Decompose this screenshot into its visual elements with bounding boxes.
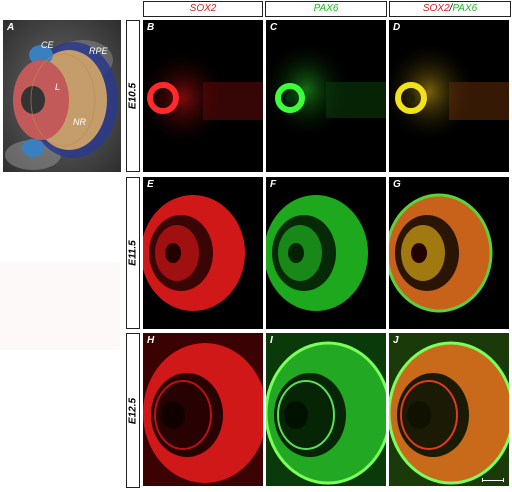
micrograph-g <box>389 193 493 313</box>
micrograph-c <box>266 40 386 140</box>
stage-e12-5: E12.5 <box>126 333 140 488</box>
stage-e10-5-text: E10.5 <box>127 82 139 110</box>
header-pax6-text: PAX6 <box>313 3 339 14</box>
header-sox2-text: SOX2 <box>189 3 217 14</box>
panel-label-f: F <box>270 179 277 190</box>
scale-bar <box>482 478 504 482</box>
panel-g-merge-e11-5: G <box>389 177 509 329</box>
micrograph-e <box>143 195 245 311</box>
label-l: L <box>55 82 61 92</box>
stage-e12-5-text: E12.5 <box>127 397 139 424</box>
label-ce: CE <box>41 40 54 50</box>
panel-d-merge-e10-5: D <box>389 20 509 172</box>
micrograph-j <box>389 333 509 486</box>
header-merge: SOX2/PAX6 <box>389 1 511 17</box>
panel-label-g: G <box>393 179 401 190</box>
panel-f-pax6-e11-5: F <box>266 177 386 329</box>
micrograph-h <box>143 333 263 486</box>
header-sox2: SOX2 <box>143 1 263 17</box>
blank-region <box>0 262 120 350</box>
panel-h-sox2-e12-5: H <box>143 333 263 486</box>
panel-label-j: J <box>393 335 399 346</box>
panel-i-pax6-e12-5: I <box>266 333 386 486</box>
micrograph-i <box>266 333 386 486</box>
label-nr: NR <box>73 117 86 127</box>
panel-label-h: H <box>147 335 155 346</box>
stage-e11-5: E11.5 <box>126 177 140 329</box>
micrograph-b <box>143 46 263 150</box>
panel-a-sem-image: A CE RPE L NR <box>3 20 121 172</box>
panel-e-sox2-e11-5: E <box>143 177 263 329</box>
panel-j-merge-e12-5: J <box>389 333 509 486</box>
stage-e10-5: E10.5 <box>126 20 140 172</box>
panel-label-c: C <box>270 22 278 33</box>
panel-label-i: I <box>270 335 273 346</box>
micrograph-f <box>266 195 368 311</box>
header-merge-pax6: PAX6 <box>452 3 478 14</box>
header-merge-sox2: SOX2 <box>422 3 450 14</box>
panel-label-e: E <box>147 179 154 190</box>
panel-label-a: A <box>7 22 15 33</box>
panel-b-sox2-e10-5: B <box>143 20 263 172</box>
panel-c-pax6-e10-5: C <box>266 20 386 172</box>
stage-e11-5-text: E11.5 <box>127 240 139 266</box>
label-rpe: RPE <box>89 46 108 56</box>
panel-label-b: B <box>147 22 155 33</box>
header-pax6: PAX6 <box>265 1 387 17</box>
sem-eye-drawing <box>3 20 121 172</box>
panel-label-d: D <box>393 22 401 33</box>
micrograph-d <box>389 40 509 144</box>
